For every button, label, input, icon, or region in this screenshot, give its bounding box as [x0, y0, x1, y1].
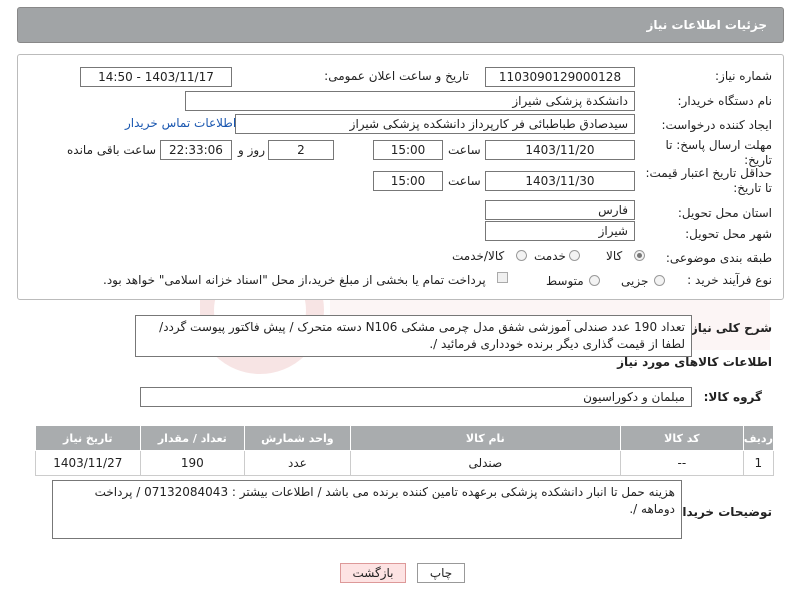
page-title: جزئیات اطلاعات نیاز — [646, 18, 767, 32]
remaining-time-field: 22:33:06 — [160, 140, 232, 160]
days-field: 2 — [268, 140, 334, 160]
validity-time-field: 15:00 — [373, 171, 443, 191]
treasury-payment-checkbox[interactable] — [497, 272, 508, 283]
cell-date: 1403/11/27 — [35, 450, 141, 476]
buyer-org-field: دانشکدة پزشکی شیراز — [185, 91, 635, 111]
process-minor-radio[interactable] — [654, 275, 665, 286]
page-header: جزئیات اطلاعات نیاز — [17, 7, 784, 43]
province-label: استان محل تحویل: — [677, 206, 772, 220]
category-goods-label: کالا — [606, 249, 623, 263]
validity-date-field: 1403/11/30 — [485, 171, 635, 191]
need-details-page: جزئیات اطلاعات نیاز شماره نیاز: 11030901… — [0, 0, 789, 598]
deadline-label: مهلت ارسال پاسخ: تا تاریخ: — [665, 138, 772, 167]
process-medium-label: متوسط — [546, 274, 584, 288]
category-goods-radio[interactable] — [634, 250, 645, 261]
goods-table: ردیف کد کالا نام کالا واحد شمارش تعداد /… — [35, 425, 775, 476]
buyer-contact-link[interactable]: اطلاعات تماس خریدار — [125, 116, 236, 130]
col-row-header: ردیف — [742, 425, 775, 451]
validity-hour-label: ساعت — [448, 174, 481, 188]
creator-label: ایجاد کننده درخواست: — [661, 118, 772, 132]
goods-table-header: ردیف کد کالا نام کالا واحد شمارش تعداد /… — [35, 425, 775, 451]
col-date-header: تاریخ نیاز — [35, 425, 141, 451]
cell-row: 1 — [742, 450, 775, 476]
category-service-label: خدمت — [534, 249, 566, 263]
description-label: شرح کلی نیاز: — [686, 321, 772, 335]
province-field: فارس — [485, 200, 635, 220]
col-name-header: نام کالا — [349, 425, 622, 451]
process-minor-label: جزیی — [621, 274, 649, 288]
col-code-header: کد کالا — [620, 425, 744, 451]
buyer-notes-field: هزینه حمل تا انبار دانشکده پزشکی برعهده … — [52, 480, 682, 539]
goods-section-title: اطلاعات کالاهای مورد نیاز — [617, 355, 772, 369]
validity-label: حداقل تاریخ اعتبار قیمت: تا تاریخ: — [645, 166, 772, 195]
cell-name: صندلی — [349, 450, 622, 476]
creator-field: سیدصادق طباطبائی فر کارپرداز دانشکده پزش… — [235, 114, 635, 134]
category-label: طبقه بندی موضوعی: — [665, 251, 772, 265]
print-button[interactable]: چاپ — [417, 563, 465, 583]
city-label: شهر محل تحویل: — [685, 227, 772, 241]
deadline-time-field: 15:00 — [373, 140, 443, 160]
cell-qty: 190 — [139, 450, 246, 476]
back-button[interactable]: بازگشت — [340, 563, 406, 583]
category-service-radio[interactable] — [569, 250, 580, 261]
deadline-date-field: 1403/11/20 — [485, 140, 635, 160]
buyer-org-label: نام دستگاه خریدار: — [677, 94, 773, 108]
process-label: نوع فرآیند خرید : — [687, 273, 772, 287]
process-medium-radio[interactable] — [589, 275, 600, 286]
cell-unit: عدد — [244, 450, 351, 476]
table-row: 1 -- صندلی عدد 190 1403/11/27 — [35, 450, 775, 476]
need-number-label: شماره نیاز: — [715, 69, 772, 83]
goods-group-label: گروه کالا: — [703, 390, 762, 404]
days-label: روز و — [238, 143, 265, 157]
announce-label: تاریخ و ساعت اعلان عمومی: — [324, 69, 469, 83]
col-qty-header: تعداد / مقدار — [139, 425, 246, 451]
category-both-radio[interactable] — [516, 250, 527, 261]
cell-code: -- — [620, 450, 744, 476]
deadline-hour-label: ساعت — [448, 143, 481, 157]
treasury-payment-note: پرداخت تمام یا بخشی از مبلغ خرید،از محل … — [103, 273, 486, 287]
col-unit-header: واحد شمارش — [244, 425, 351, 451]
goods-group-field: مبلمان و دکوراسیون — [140, 387, 692, 407]
city-field: شیراز — [485, 221, 635, 241]
category-both-label: کالا/خدمت — [452, 249, 505, 263]
remaining-label: ساعت باقی مانده — [67, 143, 157, 157]
announce-field: 1403/11/17 - 14:50 — [80, 67, 232, 87]
description-field: تعداد 190 عدد صندلی آموزشی شفق مدل چرمی … — [135, 315, 692, 357]
need-number-field: 1103090129000128 — [485, 67, 635, 87]
buyer-notes-label: توضیحات خریدار: — [670, 505, 772, 519]
